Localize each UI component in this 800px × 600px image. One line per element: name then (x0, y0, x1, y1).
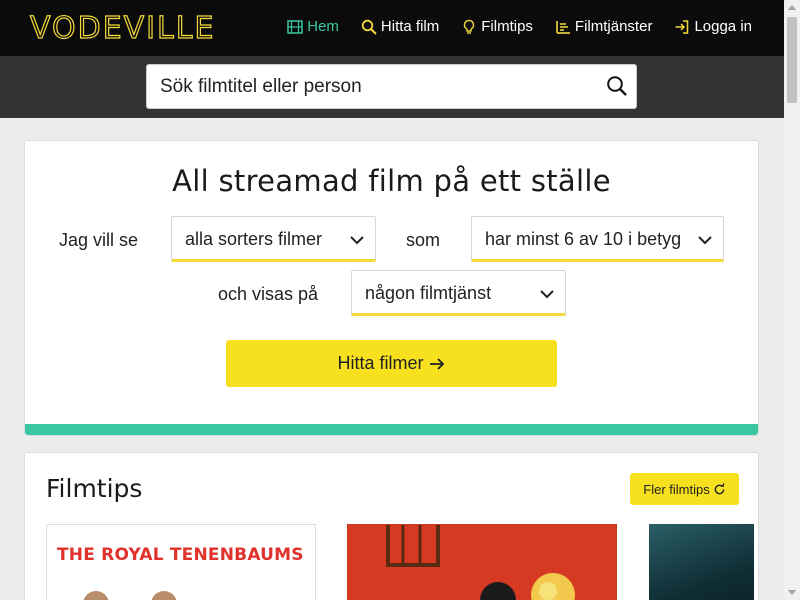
nav-item-label: Filmtips (481, 18, 533, 35)
more-tips-label: Fler filmtips (643, 481, 710, 497)
movie-poster[interactable] (649, 524, 754, 600)
nav-item-filmtjanster[interactable]: Filmtjänster (555, 18, 653, 35)
search-icon (361, 19, 377, 35)
find-movies-label: Hitta filmer (337, 353, 424, 373)
label-som: som (406, 230, 441, 250)
nav-item-label: Hem (307, 18, 339, 35)
nav-item-label: Filmtjänster (574, 18, 653, 35)
nav-item-logga-in[interactable]: Logga in (674, 18, 752, 35)
search-band (0, 56, 784, 118)
rating-dropdown-value: har minst 6 av 10 i betyg (485, 229, 682, 249)
search-input[interactable] (147, 65, 577, 108)
service-dropdown-value: någon filmtjänst (365, 283, 492, 303)
arrow-right-icon (429, 357, 444, 370)
chevron-down-icon (697, 232, 713, 248)
label-want: Jag vill se (59, 230, 139, 250)
nav-item-hitta-film[interactable]: Hitta film (361, 18, 439, 35)
finder-card: All streamad film på ett ställe Jag vill… (24, 140, 759, 436)
chevron-down-icon (349, 232, 365, 248)
nav-item-hem[interactable]: Hem (287, 18, 339, 35)
poster-artwork (348, 525, 616, 600)
nav-item-label: Logga in (694, 18, 752, 35)
genre-dropdown-value: alla sorters filmer (185, 229, 323, 249)
accent-bar (25, 424, 758, 435)
lightbulb-icon (464, 19, 475, 34)
search-icon[interactable] (606, 75, 628, 97)
genre-dropdown[interactable]: alla sorters filmer (171, 216, 376, 262)
chevron-down-icon (539, 286, 555, 302)
scroll-thumb[interactable] (787, 17, 797, 103)
list-icon (556, 20, 570, 34)
poster-title: THE ROYAL TENENBAUMS (57, 545, 304, 565)
label-shown: och visas på (218, 284, 319, 304)
movie-poster[interactable]: THE ROYAL TENENBAUMS (46, 524, 316, 600)
movie-poster[interactable] (347, 524, 617, 600)
scrollbar[interactable] (784, 0, 800, 600)
sign-in-icon (675, 19, 689, 34)
poster-face (83, 591, 109, 600)
scroll-up-arrow[interactable] (788, 5, 796, 10)
filmtips-card: Filmtips Fler filmtips THE ROYAL TENENBA… (24, 452, 759, 600)
nav-item-label: Hitta film (380, 18, 440, 35)
poster-face (151, 591, 177, 600)
film-icon (287, 19, 303, 34)
search-box (146, 64, 637, 109)
nav-item-filmtips[interactable]: Filmtips (461, 18, 533, 35)
top-navbar: VODEVILLE Hem Hitta film Filmtips Filmtj… (0, 0, 784, 56)
more-tips-button[interactable]: Fler filmtips (630, 473, 739, 505)
scroll-down-arrow[interactable] (788, 590, 796, 595)
nav-links: Hem Hitta film Filmtips Filmtjänster Log… (287, 18, 752, 35)
section-title: Filmtips (46, 474, 143, 503)
rating-dropdown[interactable]: har minst 6 av 10 i betyg (471, 216, 724, 262)
refresh-icon (714, 482, 725, 494)
find-movies-button[interactable]: Hitta filmer (226, 340, 557, 387)
page-title: All streamad film på ett ställe (172, 164, 611, 198)
logo[interactable]: VODEVILLE (29, 10, 215, 46)
service-dropdown[interactable]: någon filmtjänst (351, 270, 566, 316)
